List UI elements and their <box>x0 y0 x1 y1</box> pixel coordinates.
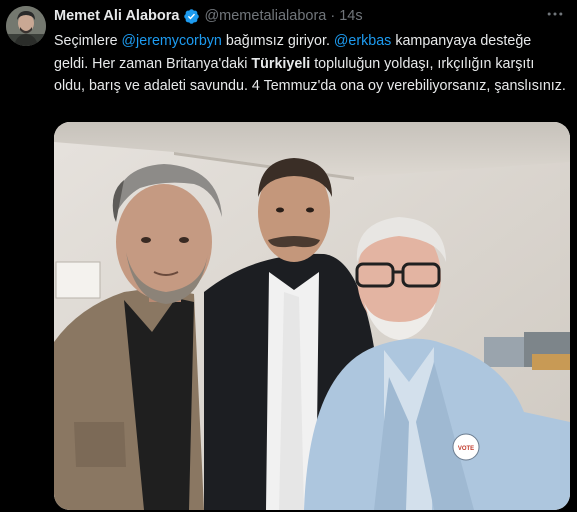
timestamp[interactable]: 14s <box>339 8 362 24</box>
tweet-text: Seçimlere @jeremycorbyn bağımsız giriyor… <box>54 30 568 98</box>
tweet-text-part: Seçimlere <box>54 33 122 49</box>
verified-badge-icon[interactable] <box>183 8 200 25</box>
mention-link[interactable]: @jeremycorbyn <box>122 33 222 49</box>
campaign-badge: VOTE <box>458 446 474 452</box>
author-name[interactable]: Memet Ali Alabora <box>54 8 179 24</box>
tweet-text-part: bağımsız giriyor. <box>221 33 334 49</box>
photo-illustration: VOTE <box>54 122 570 510</box>
tweet-photo[interactable]: VOTE <box>54 122 570 510</box>
avatar-image <box>6 6 46 46</box>
tweet[interactable]: Memet Ali Alabora @memetalialabora · 14s… <box>0 0 577 512</box>
separator-dot: · <box>330 8 336 24</box>
avatar[interactable] <box>6 6 46 46</box>
tweet-text-bold: Türkiyeli <box>251 55 311 72</box>
tweet-header: Memet Ali Alabora @memetalialabora · 14s <box>54 7 363 25</box>
author-handle[interactable]: @memetalialabora <box>204 8 326 24</box>
more-options-icon[interactable] <box>543 4 567 24</box>
mention-link[interactable]: @erkbas <box>334 33 391 49</box>
